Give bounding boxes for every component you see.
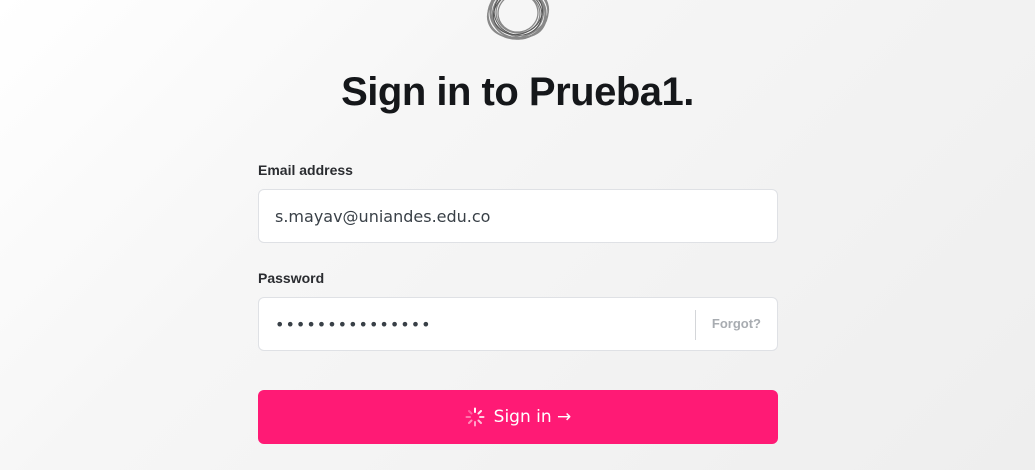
password-field-container: Forgot?	[258, 297, 778, 351]
page-title: Sign in to Prueba1.	[341, 70, 694, 114]
password-label: Password	[258, 270, 325, 286]
sign-in-button[interactable]: Sign in →	[258, 390, 778, 444]
email-field[interactable]	[259, 190, 777, 242]
password-field[interactable]	[259, 298, 695, 350]
sign-in-label: Sign in →	[493, 407, 572, 427]
password-divider	[695, 310, 696, 340]
site-logo-icon	[486, 0, 550, 40]
email-label: Email address	[258, 162, 353, 178]
loading-spinner-icon	[465, 407, 485, 427]
email-field-container	[258, 189, 778, 243]
forgot-password-button[interactable]: Forgot?	[712, 298, 761, 350]
sign-in-form: Email address Password Forgot?	[258, 160, 778, 351]
